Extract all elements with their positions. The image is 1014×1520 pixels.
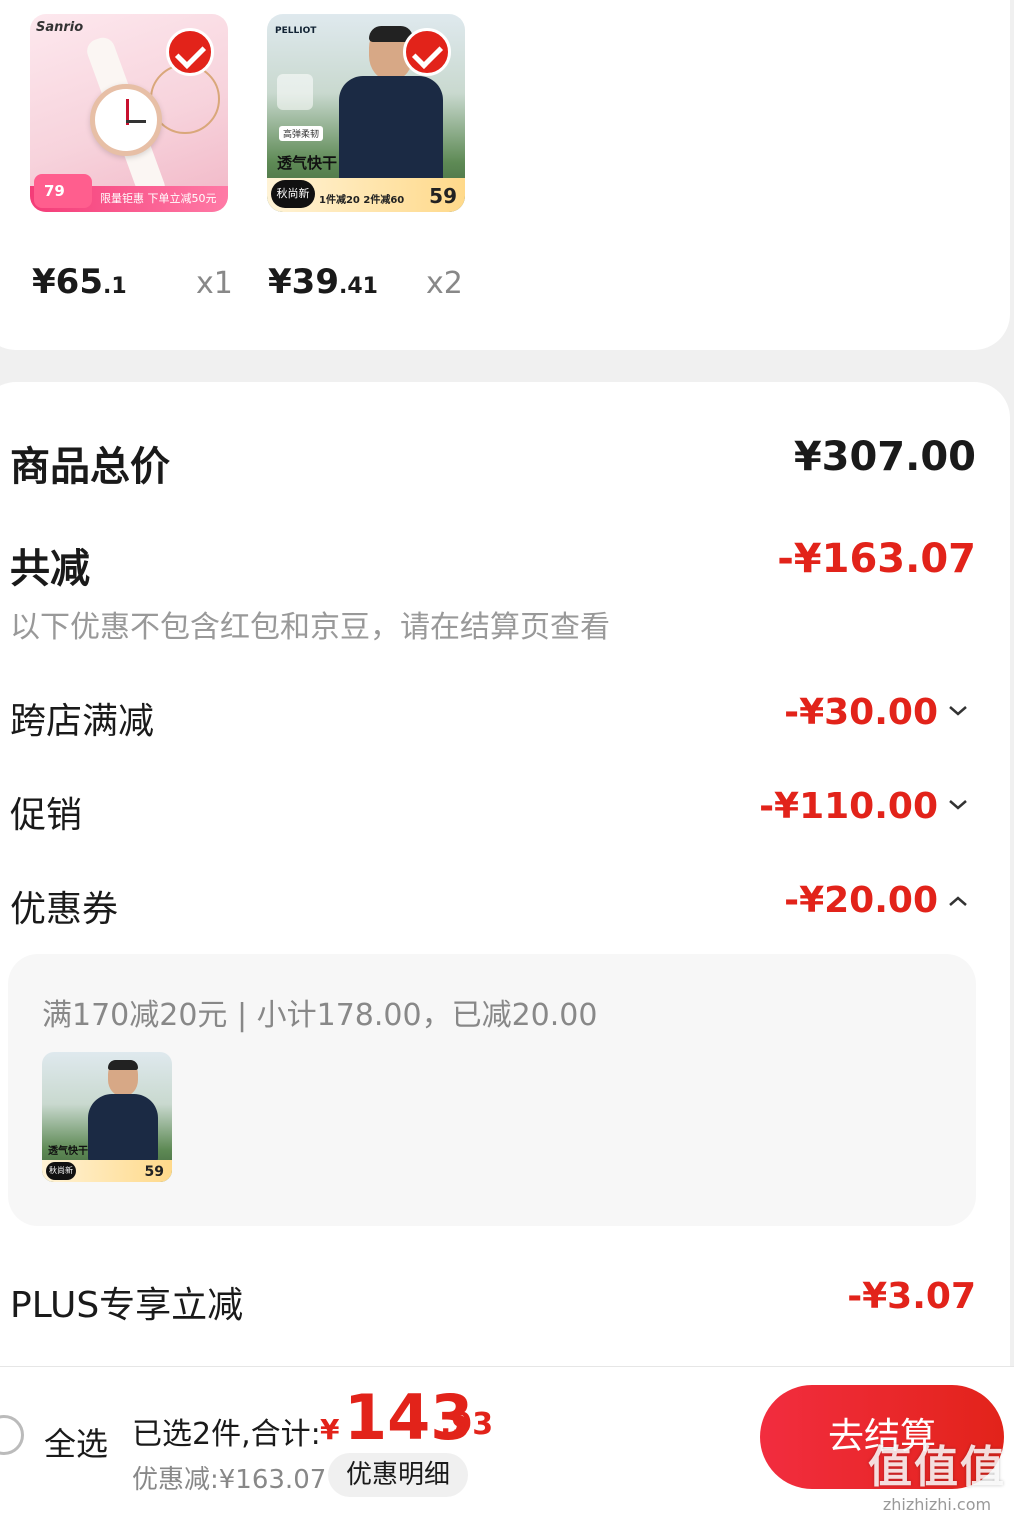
product-thumbnail-watch[interactable]: Sanrio 限量钜惠 下单立减50元 79 [30, 14, 228, 212]
coupon-value[interactable]: -¥20.00 [784, 880, 938, 921]
watch-face-graphic [90, 84, 162, 156]
total-amount-decimal: .93 [440, 1407, 494, 1442]
checkout-bar: 全选 已选2件,合计: ¥ 143 .93 优惠减:¥163.07 优惠明细 去… [0, 1366, 1014, 1520]
feature-headline: 透气快干 [48, 1146, 88, 1157]
plus-discount-value: -¥3.07 [847, 1276, 976, 1317]
selected-check-icon[interactable] [166, 28, 214, 76]
product-price: ¥65.1 [32, 262, 127, 302]
new-season-badge: 秋尚新 [46, 1162, 76, 1180]
coupon-label[interactable]: 优惠券 [10, 880, 118, 932]
product-quantity: x1 [196, 266, 233, 301]
brand-logo: PELLIOT [275, 26, 317, 36]
total-price-label: 商品总价 [10, 444, 170, 490]
saved-amount-text: 优惠减:¥163.07 [132, 1465, 327, 1495]
select-all-label[interactable]: 全选 [44, 1419, 108, 1465]
promotion-value[interactable]: -¥110.00 [759, 786, 938, 827]
product-thumbnail-shirt[interactable]: PELLIOT 高弹柔韧 透气快干 秋尚新 1件减20 2件减60 59 [267, 14, 465, 212]
chevron-up-icon[interactable] [948, 894, 968, 908]
product-price: ¥39.41 [268, 262, 378, 302]
currency-symbol: ¥ [320, 1413, 340, 1446]
deal-text: 1件减20 2件减60 [319, 195, 405, 206]
tshirt-graphic [339, 76, 443, 186]
coupon-product-thumbnail[interactable]: 透气快干 秋尚新 59 [42, 1052, 172, 1182]
tshirt-graphic [88, 1094, 158, 1164]
brand-logo: Sanrio [36, 20, 84, 35]
total-price-value: ¥307.00 [793, 434, 976, 480]
total-discount-label: 共减 [10, 546, 90, 592]
promo-price-badge: 59 [144, 1164, 164, 1180]
coupon-detail-text: 满170减20元 | 小计178.00，已减20.00 [42, 998, 598, 1033]
discount-note: 以下优惠不包含红包和京豆，请在结算页查看 [10, 610, 610, 645]
model-head-graphic [108, 1060, 138, 1096]
chevron-down-icon[interactable] [948, 798, 968, 812]
cross-store-discount-value[interactable]: -¥30.00 [784, 692, 938, 733]
feature-tag: 高弹柔韧 [279, 126, 324, 141]
coupon-detail-panel: 满170减20元 | 小计178.00，已减20.00 透气快干 秋尚新 59 [8, 954, 976, 1226]
fabric-icon [277, 74, 313, 110]
cross-store-discount-label[interactable]: 跨店满减 [10, 692, 154, 744]
select-all-radio[interactable] [0, 1415, 24, 1455]
discount-detail-button[interactable]: 优惠明细 [328, 1453, 468, 1497]
feature-headline: 透气快干 [277, 154, 338, 172]
site-watermark: 值值值 zhizhizhi.com [868, 1442, 1006, 1514]
chevron-down-icon[interactable] [948, 704, 968, 718]
plus-discount-label: PLUS专享立减 [10, 1285, 244, 1326]
promotion-label[interactable]: 促销 [10, 786, 82, 838]
promo-price-badge: 79 [34, 174, 92, 208]
product-quantity: x2 [426, 266, 463, 301]
total-discount-value: -¥163.07 [777, 536, 976, 582]
new-season-badge: 秋尚新 [271, 180, 315, 208]
selected-count-text: 已选2件,合计: [132, 1417, 321, 1452]
selected-check-icon[interactable] [403, 28, 451, 76]
promo-price-badge: 59 [429, 184, 457, 208]
